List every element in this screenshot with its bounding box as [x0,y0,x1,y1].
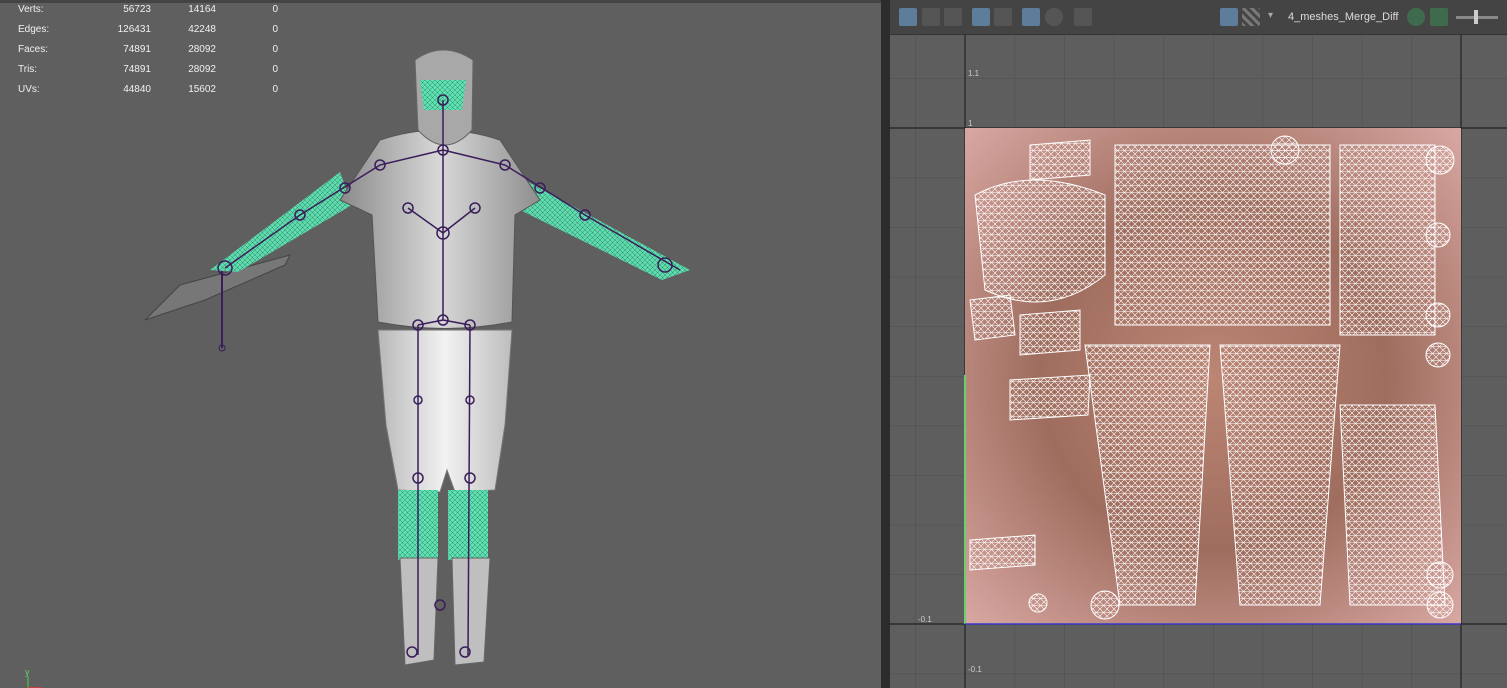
character-model[interactable] [0,0,881,688]
uv-pixel-snap-icon[interactable] [1022,8,1040,26]
head [414,49,474,146]
uv-bounding-box-icon[interactable] [972,8,990,26]
exposure-slider-handle[interactable] [1474,10,1478,24]
uv-tick-neg-0-1-bottom: -0.1 [968,665,982,674]
texture-name[interactable]: 4_meshes_Merge_Diff [1288,11,1398,23]
right-arm-mesh [510,172,690,280]
viewport-3d[interactable]: Verts: 56723 14164 0 Edges: 126431 42248… [0,0,881,688]
texture-display-icon[interactable] [1220,8,1238,26]
torso [339,129,541,329]
uv-tick-1-1: 1.1 [968,69,980,78]
right-boot [451,557,491,666]
uv-grid-canvas[interactable]: 1.1 1 -0.1 -0.1 [890,35,1507,688]
chevron-down-icon[interactable]: ▾ [1268,10,1273,21]
axis-gizmo [27,676,42,688]
panel-divider[interactable] [881,0,890,688]
checker-icon[interactable] [1242,8,1260,26]
uv-toolbar: ▾ 4_meshes_Merge_Diff [890,0,1507,35]
shorts [377,329,513,493]
image-icon[interactable] [1430,8,1448,26]
uv-tick-1: 1 [968,119,973,128]
uv-filter-icon[interactable] [1045,8,1063,26]
uv-distortion-icon[interactable] [944,8,962,26]
uv-editor[interactable]: ▾ 4_meshes_Merge_Diff 1.1 1 -0.1 -0.1 [890,0,1507,688]
uv-shell-grid-icon[interactable] [899,8,917,26]
uv-component-grid-icon[interactable] [922,8,940,26]
left-boot [399,557,439,666]
axis-label-y: y [25,667,30,677]
uv-grid-icon[interactable] [994,8,1012,26]
uv-tick-neg-0-1-left: -0.1 [918,615,932,624]
refresh-texture-icon[interactable] [1407,8,1425,26]
camera-icon[interactable] [1074,8,1092,26]
